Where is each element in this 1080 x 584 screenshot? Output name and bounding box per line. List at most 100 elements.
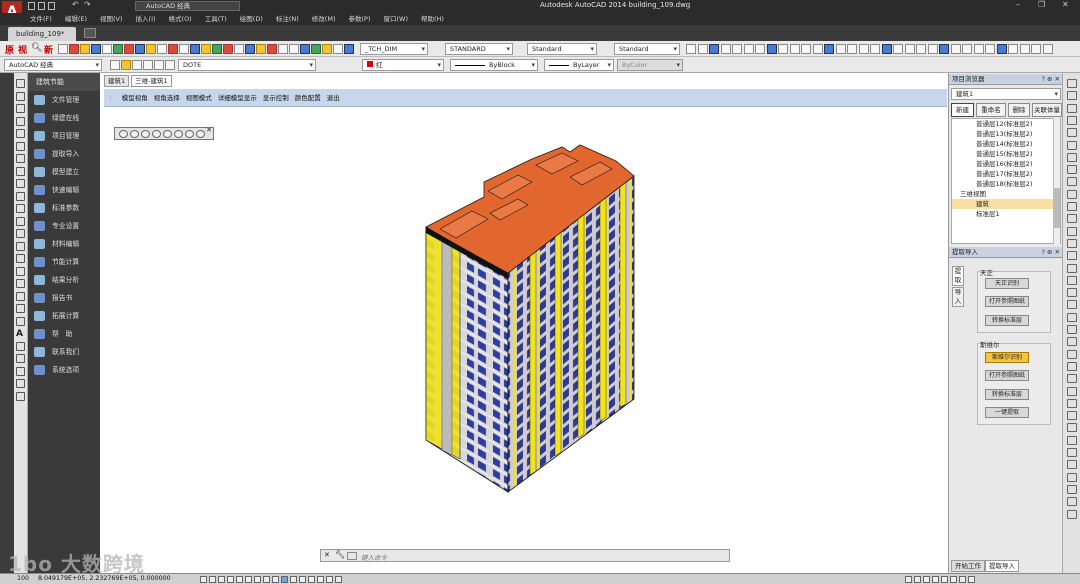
status-right-icon[interactable]: [905, 576, 912, 583]
text-style-select[interactable]: _TCH_DIM: [360, 43, 428, 55]
layer-button-icon[interactable]: [110, 60, 120, 70]
view-menu-item-4[interactable]: 显示控制: [263, 89, 289, 107]
status-toggle-icon[interactable]: [254, 576, 261, 583]
toolbar-button-icon[interactable]: [824, 44, 834, 54]
toolbar-button-icon[interactable]: [835, 44, 846, 54]
save-icon[interactable]: [48, 2, 55, 10]
toolbar-button-icon[interactable]: [80, 44, 90, 54]
modify-tool-icon[interactable]: [1067, 275, 1077, 285]
menu-item-11[interactable]: 帮助(H): [421, 13, 444, 25]
modify-tool-icon[interactable]: [1067, 128, 1077, 138]
zoom-level[interactable]: 100: [17, 575, 29, 582]
toolbar-button-icon[interactable]: [985, 44, 995, 54]
toolbar-label-xin[interactable]: 新: [44, 43, 53, 56]
view-menu-item-2[interactable]: 视图模式: [186, 89, 212, 107]
wrench-icon[interactable]: 🔧︎: [335, 550, 345, 559]
status-toggle-icon[interactable]: [326, 576, 333, 583]
draw-tool-icon[interactable]: [16, 216, 25, 226]
toolbar-button-icon[interactable]: [801, 44, 811, 54]
panel-close-icon[interactable]: ? ⊕ ✕: [1042, 74, 1060, 85]
toolbar-button-icon[interactable]: [322, 44, 332, 54]
modify-tool-icon[interactable]: [1067, 423, 1077, 433]
modify-tool-icon[interactable]: [1067, 214, 1077, 224]
swell-recognize-button[interactable]: 斯维尔识别: [985, 352, 1029, 363]
tree-item[interactable]: 普通层16(标准层2): [952, 159, 1060, 169]
layer-button-icon[interactable]: [143, 60, 153, 70]
draw-tool-icon[interactable]: [16, 391, 25, 401]
modify-tool-icon[interactable]: [1067, 460, 1077, 470]
link-mass-button[interactable]: 关联体量: [1032, 103, 1062, 117]
rename-button[interactable]: 重命名: [976, 103, 1006, 117]
workspace-switcher[interactable]: AutoCAD 经典: [135, 1, 240, 11]
multileader-style-select[interactable]: Standard: [614, 43, 680, 55]
toolbar-button-icon[interactable]: [1008, 44, 1018, 54]
linetype-select[interactable]: ByBlock: [450, 59, 538, 71]
doc-tab-building[interactable]: 建筑1: [104, 75, 130, 87]
modify-tool-icon[interactable]: [1067, 325, 1077, 334]
draw-tool-icon[interactable]: [16, 141, 25, 151]
draw-tool-icon[interactable]: [16, 79, 25, 88]
draw-tool-icon[interactable]: [16, 279, 25, 288]
toolbar-button-icon[interactable]: [124, 44, 134, 54]
draw-tool-icon[interactable]: [16, 354, 25, 363]
toolbar-button-icon[interactable]: [256, 44, 266, 54]
toolbar-button-icon[interactable]: [245, 44, 255, 54]
toolbar-button-icon[interactable]: [289, 44, 299, 54]
toolbar-button-icon[interactable]: [893, 44, 903, 54]
toolbar-button-icon[interactable]: [812, 44, 823, 54]
modify-tool-icon[interactable]: [1067, 484, 1077, 494]
modify-tool-icon[interactable]: [1067, 349, 1077, 359]
tree-item[interactable]: 普通层13(标准层2): [952, 129, 1060, 139]
toolbar-button-icon[interactable]: [858, 44, 869, 54]
modify-tool-icon[interactable]: [1067, 263, 1077, 273]
modify-tool-icon[interactable]: [1067, 448, 1077, 457]
undo-icon[interactable]: ↶: [72, 0, 79, 9]
command-input[interactable]: 键入命令: [361, 552, 387, 562]
view-menu-item-3[interactable]: 详细模型显示: [218, 89, 257, 107]
doc-tab-3d-view[interactable]: 三维-建筑1: [131, 75, 172, 87]
modify-tool-icon[interactable]: [1067, 374, 1077, 384]
toolbar-button-icon[interactable]: [950, 44, 961, 54]
menu-item-5[interactable]: 工具(T): [205, 13, 227, 25]
tangent-open-reference-button[interactable]: 打开参照图纸: [985, 296, 1029, 307]
modify-tool-icon[interactable]: [1067, 472, 1077, 482]
nav-item-11[interactable]: 报告书: [28, 289, 100, 307]
status-toggle-icon[interactable]: [299, 576, 306, 583]
nav-item-0[interactable]: 文件管理: [28, 91, 100, 109]
dim-style-select[interactable]: STANDARD: [445, 43, 513, 55]
modify-tool-icon[interactable]: [1067, 165, 1077, 175]
modify-tool-icon[interactable]: [1067, 300, 1077, 310]
toolbar-button-icon[interactable]: [69, 44, 79, 54]
toolbar-button-icon[interactable]: [743, 44, 754, 54]
nav-item-9[interactable]: 节能计算: [28, 253, 100, 271]
status-right-icon[interactable]: [941, 576, 948, 583]
toolbar-button-icon[interactable]: [146, 44, 156, 54]
table-style-select[interactable]: Standard: [527, 43, 597, 55]
tree-scrollbar[interactable]: [1053, 118, 1060, 244]
nav-item-7[interactable]: 专业设置: [28, 217, 100, 235]
tree-item[interactable]: 建筑: [952, 199, 1060, 209]
tree-item[interactable]: 普通层12(标准层2): [952, 119, 1060, 129]
tree-item[interactable]: 普通层17(标准层2): [952, 169, 1060, 179]
draw-tool-icon[interactable]: [16, 304, 25, 313]
toolbar-button-icon[interactable]: [333, 44, 343, 54]
quick-access-toolbar[interactable]: ↶ ↷: [28, 0, 128, 11]
draw-tool-icon[interactable]: [16, 366, 25, 376]
nav-item-6[interactable]: 标准参数: [28, 199, 100, 217]
modify-tool-icon[interactable]: [1067, 411, 1077, 421]
draw-tool-icon[interactable]: [16, 341, 25, 351]
menu-item-3[interactable]: 插入(I): [136, 13, 156, 25]
nav-item-13[interactable]: 帮 助: [28, 325, 100, 343]
modify-tool-icon[interactable]: [1067, 337, 1077, 347]
menu-item-1[interactable]: 编辑(E): [65, 13, 87, 25]
coordinate-readout[interactable]: 8.049179E+05, 2.232769E+05, 0.000000: [38, 575, 171, 582]
extract-close-icon[interactable]: ? ⊕ ✕: [1042, 247, 1060, 258]
toolbar-button-icon[interactable]: [755, 44, 765, 54]
command-line[interactable]: ✕ 🔧︎ 键入命令: [320, 549, 730, 562]
nav-item-10[interactable]: 结果分析: [28, 271, 100, 289]
menu-item-9[interactable]: 参数(P): [348, 13, 370, 25]
toolbar-button-icon[interactable]: [168, 44, 178, 54]
toolbar-button-icon[interactable]: [234, 44, 244, 54]
tangent-recognize-button[interactable]: 天正识别: [985, 278, 1029, 289]
tree-item[interactable]: 普通层18(标准层2): [952, 179, 1060, 189]
